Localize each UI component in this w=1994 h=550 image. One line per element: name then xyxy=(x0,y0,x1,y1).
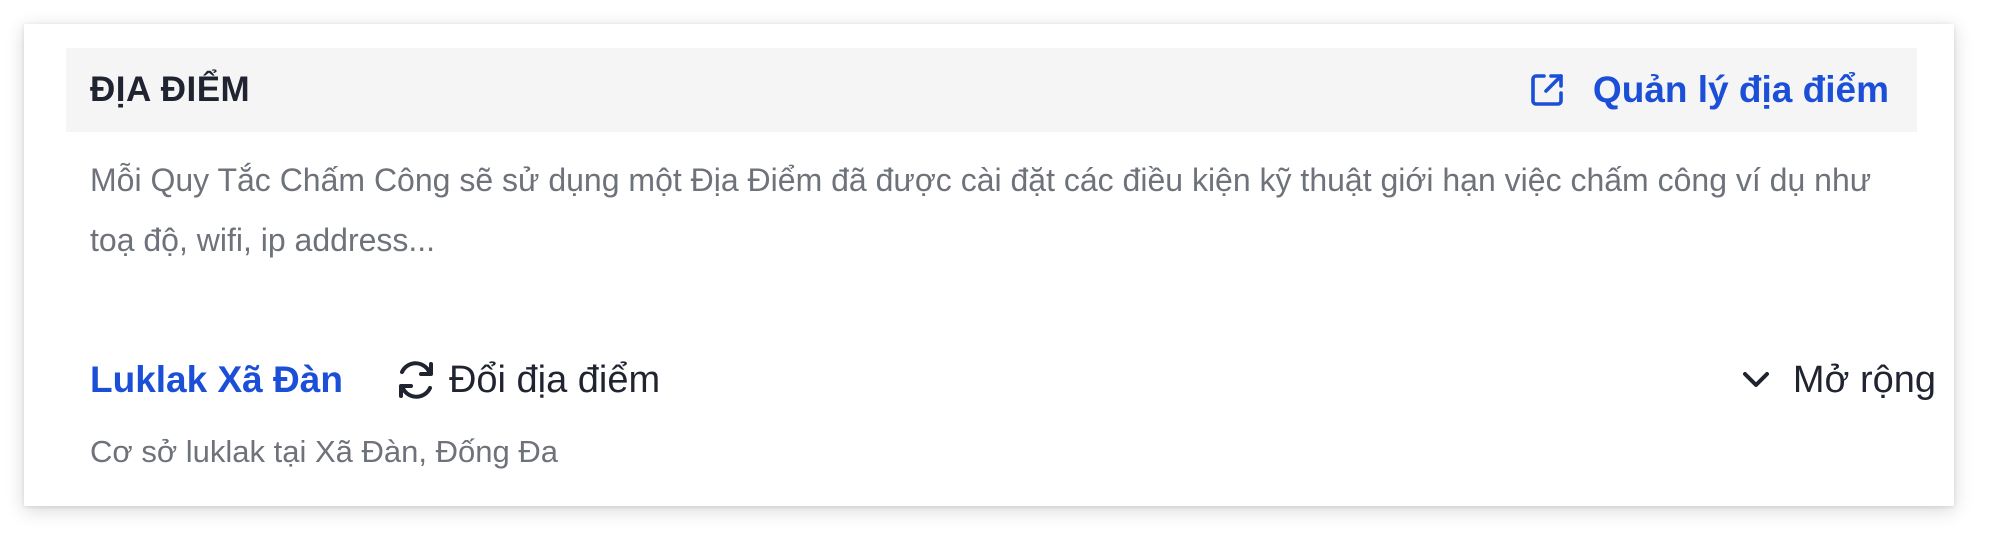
section-title: ĐỊA ĐIỂM xyxy=(90,70,251,109)
refresh-icon xyxy=(393,357,439,403)
location-card: ĐỊA ĐIỂM Quản lý địa điểm Mỗi Quy Tắc Ch… xyxy=(24,24,1954,506)
location-detail: Cơ sở luklak tại Xã Đàn, Đống Đa xyxy=(90,434,558,469)
expand-label: Mở rộng xyxy=(1792,358,1936,401)
section-description: Mỗi Quy Tắc Chấm Công sẽ sử dụng một Địa… xyxy=(90,162,1872,258)
location-name-link[interactable]: Luklak Xã Đàn xyxy=(90,359,343,401)
expand-button[interactable]: Mở rộng xyxy=(1741,359,1936,402)
change-location-label: Đổi địa điểm xyxy=(448,358,661,401)
selected-location-row: Luklak Xã Đàn Đổi địa điểm Mở rộng xyxy=(90,349,1936,411)
manage-locations-link[interactable]: Quản lý địa điểm xyxy=(1527,69,1889,111)
external-link-icon xyxy=(1527,70,1567,110)
change-location-button[interactable]: Đổi địa điểm xyxy=(393,357,660,403)
chevron-down-icon xyxy=(1741,365,1771,395)
manage-locations-label: Quản lý địa điểm xyxy=(1592,69,1889,110)
section-header: ĐỊA ĐIỂM Quản lý địa điểm xyxy=(66,48,1917,132)
